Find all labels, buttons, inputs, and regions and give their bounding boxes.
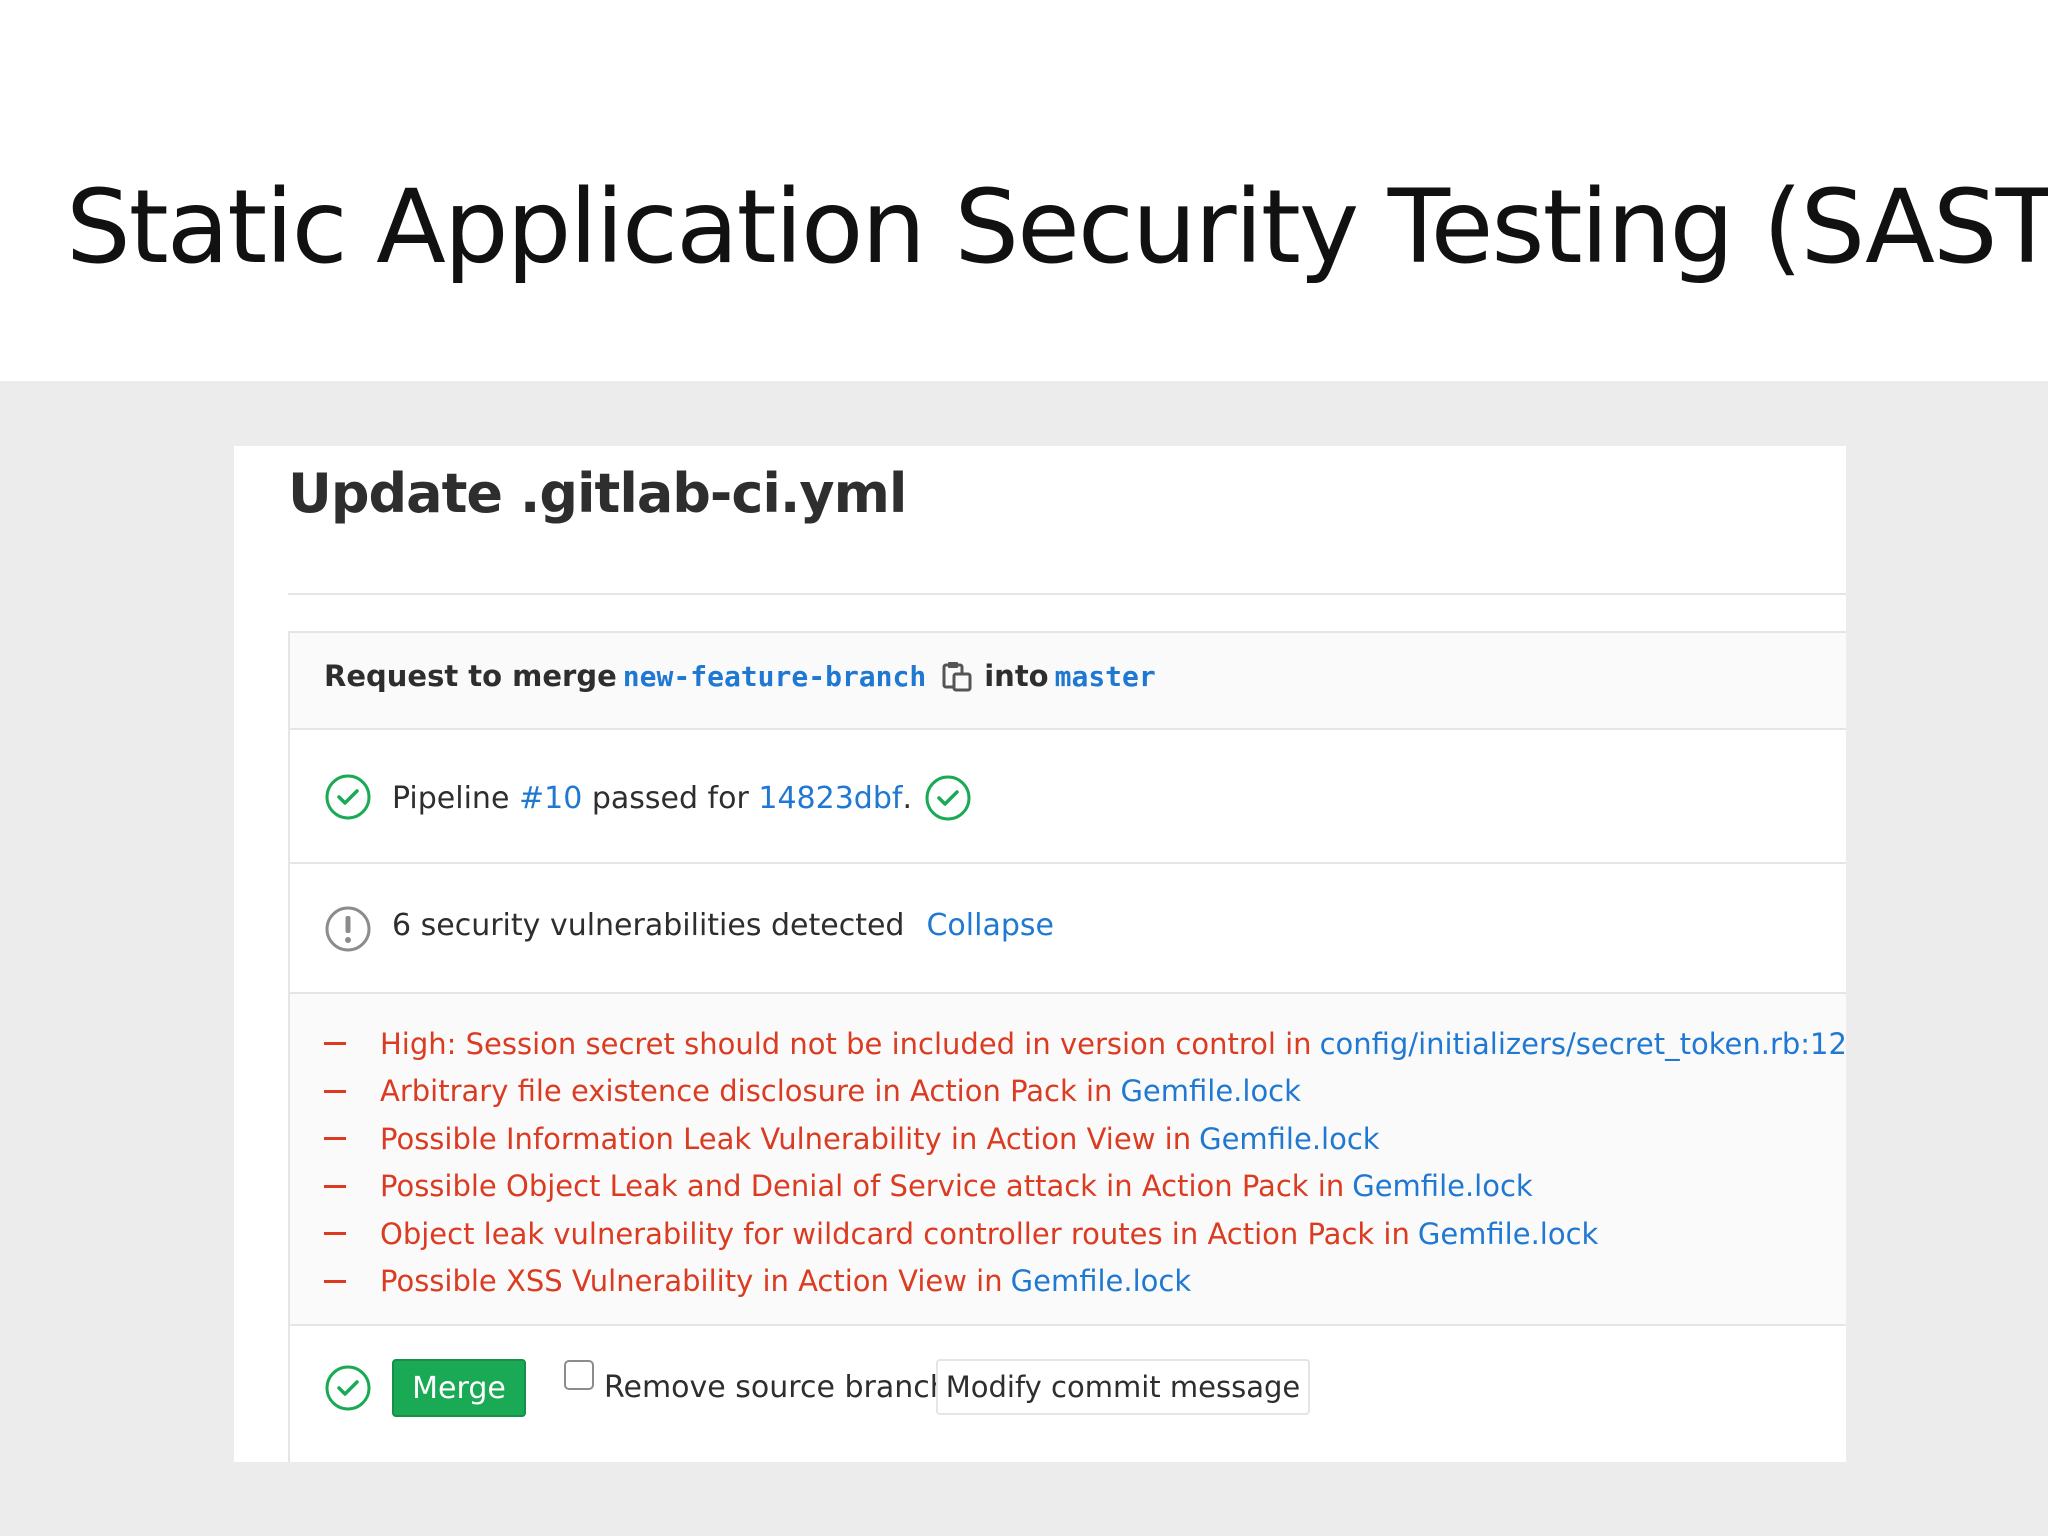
collapse-link[interactable]: Collapse xyxy=(926,908,1054,943)
vulnerability-text: Possible Information Leak Vulnerability … xyxy=(380,1121,1192,1156)
dash-icon xyxy=(324,1184,346,1188)
vulnerability-text: Possible XSS Vulnerability in Action Vie… xyxy=(380,1264,1003,1299)
pipeline-status-text: Pipeline #10 passed for 14823dbf. xyxy=(392,774,972,822)
target-branch-link[interactable]: master xyxy=(1055,660,1156,693)
slide-header: Static Application Security Testing (SAS… xyxy=(0,0,2048,381)
merge-button[interactable]: Merge xyxy=(392,1359,526,1417)
vulnerability-list-row: High: Session secret should not be inclu… xyxy=(290,994,1847,1326)
vulnerability-item: Possible XSS Vulnerability in Action Vie… xyxy=(324,1258,1847,1306)
slide-title: Static Application Security Testing (SAS… xyxy=(66,168,2048,287)
vulnerability-file-link[interactable]: config/initializers/secret_token.rb:12 xyxy=(1320,1027,1847,1061)
merge-request-panel: Update .gitlab-ci.yml Request to merge n… xyxy=(234,446,1847,1462)
modify-commit-message-button[interactable]: Modify commit message xyxy=(936,1359,1310,1415)
warning-circle-icon xyxy=(325,906,371,952)
dash-icon xyxy=(324,1042,346,1046)
pipeline-prefix: Pipeline xyxy=(392,780,510,816)
request-connector: into xyxy=(984,659,1049,693)
check-circle-icon xyxy=(325,1365,371,1411)
merge-request-title: Update .gitlab-ci.yml xyxy=(288,462,907,525)
remove-source-branch-option[interactable]: Remove source branch xyxy=(564,1360,949,1405)
vulnerability-item: Possible Information Leak Vulnerability … xyxy=(324,1115,1847,1163)
vulnerability-file-link[interactable]: Gemfile.lock xyxy=(1011,1264,1192,1298)
security-report-row: 6 security vulnerabilities detected Coll… xyxy=(290,864,1846,994)
dash-icon xyxy=(324,1089,346,1093)
clipboard-icon[interactable] xyxy=(942,660,972,692)
vulnerability-file-link[interactable]: Gemfile.lock xyxy=(1199,1122,1380,1156)
vulnerability-list: High: Session secret should not be inclu… xyxy=(324,1020,1847,1305)
pipeline-middle-text: passed for xyxy=(591,780,749,816)
security-summary-text: 6 security vulnerabilities detected xyxy=(392,908,905,943)
title-divider xyxy=(288,593,1846,595)
request-prefix: Request to merge xyxy=(324,659,617,693)
vulnerability-item: Arbitrary file existence disclosure in A… xyxy=(324,1068,1847,1116)
commit-sha-link[interactable]: 14823dbf xyxy=(758,781,902,816)
check-circle-icon xyxy=(325,774,371,820)
remove-source-branch-label[interactable]: Remove source branch xyxy=(604,1370,949,1405)
merge-actions-row: Merge Remove source branch Modify commit… xyxy=(290,1326,1846,1462)
vulnerability-file-link[interactable]: Gemfile.lock xyxy=(1120,1074,1301,1108)
pipeline-status-check-icon[interactable] xyxy=(924,774,972,822)
pipeline-suffix: . xyxy=(902,780,912,816)
vulnerability-item: Object leak vulnerability for wildcard c… xyxy=(324,1210,1847,1258)
vulnerability-item: Possible Object Leak and Denial of Servi… xyxy=(324,1163,1847,1211)
dash-icon xyxy=(324,1232,346,1236)
dash-icon xyxy=(324,1279,346,1283)
source-branch-link[interactable]: new-feature-branch xyxy=(623,660,926,693)
remove-source-branch-checkbox[interactable] xyxy=(564,1360,594,1390)
vulnerability-text: Possible Object Leak and Denial of Servi… xyxy=(380,1169,1345,1204)
vulnerability-text: Arbitrary file existence disclosure in A… xyxy=(380,1074,1113,1109)
dash-icon xyxy=(324,1137,346,1141)
merge-request-widget: Request to merge new-feature-branch into… xyxy=(288,631,1847,1462)
vulnerability-text: High: Session secret should not be inclu… xyxy=(380,1026,1312,1061)
merge-request-info-row: Request to merge new-feature-branch into… xyxy=(290,633,1846,730)
vulnerability-file-link[interactable]: Gemfile.lock xyxy=(1418,1217,1599,1251)
pipeline-row: Pipeline #10 passed for 14823dbf. xyxy=(290,730,1846,864)
security-summary: 6 security vulnerabilities detected Coll… xyxy=(392,908,1054,943)
pipeline-number-link[interactable]: #10 xyxy=(519,781,582,816)
vulnerability-text: Object leak vulnerability for wildcard c… xyxy=(380,1216,1410,1251)
vulnerability-item: High: Session secret should not be inclu… xyxy=(324,1020,1847,1068)
vulnerability-file-link[interactable]: Gemfile.lock xyxy=(1352,1169,1533,1203)
merge-request-branches: Request to merge new-feature-branch into… xyxy=(324,659,1162,693)
